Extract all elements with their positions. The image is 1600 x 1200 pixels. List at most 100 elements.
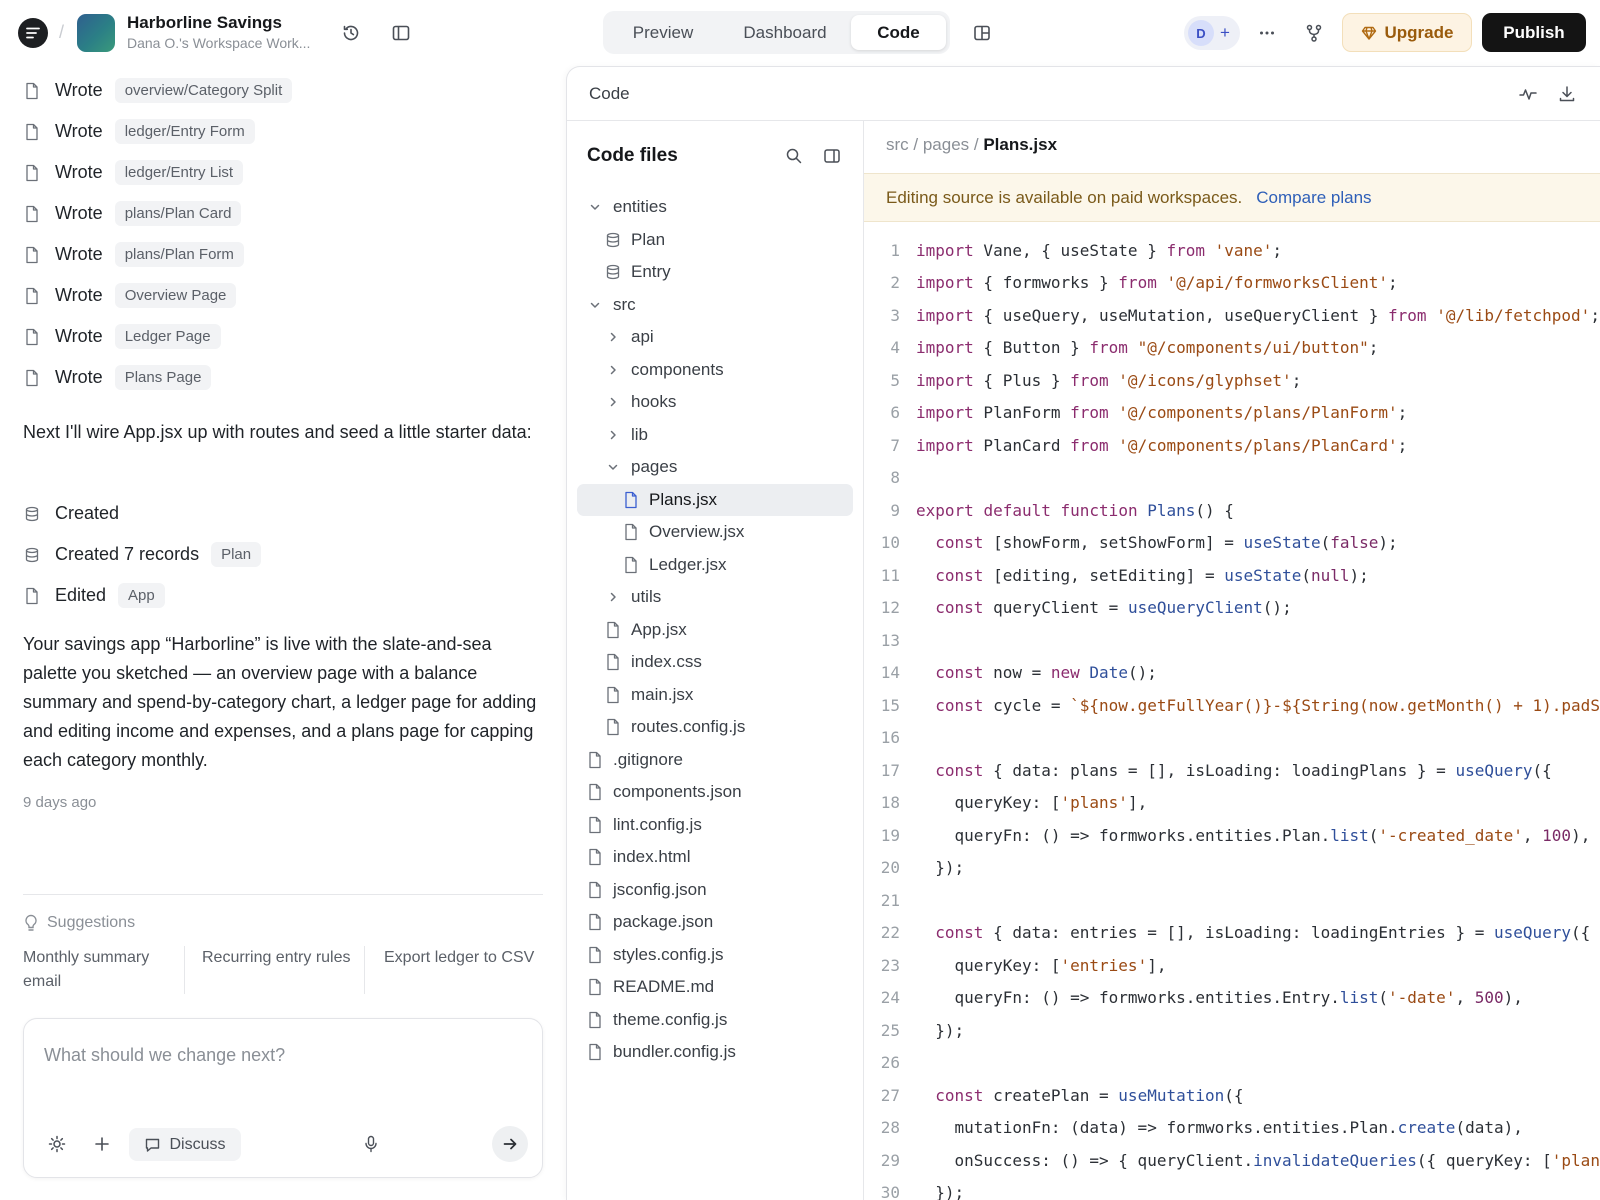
suggestion-chip[interactable]: Recurring entry rules	[185, 946, 365, 994]
tree-item-label: pages	[631, 457, 678, 477]
app-name[interactable]: Harborline Savings	[127, 13, 282, 33]
activity-item[interactable]: Wrote plans/Plan Form	[23, 234, 292, 275]
line-number: 6	[890, 403, 900, 423]
activity-item[interactable]: Created 7 records Plan	[23, 534, 262, 575]
tree-folder[interactable]: src	[577, 289, 853, 322]
tree-file[interactable]: App.jsx	[577, 614, 853, 647]
activity-item[interactable]: Wrote plans/Plan Card	[23, 193, 292, 234]
file-icon	[587, 783, 603, 801]
line-number: 28	[880, 1118, 900, 1138]
code-area[interactable]: 1 import Vane, { useState } from 'vane'; 2…	[864, 234, 1600, 1200]
compare-plans-link[interactable]: Compare plans	[1256, 188, 1371, 208]
tree-file[interactable]: styles.config.js	[577, 939, 853, 972]
more-options-button[interactable]	[1252, 18, 1282, 48]
tree-folder[interactable]: utils	[577, 581, 853, 614]
activity-item[interactable]: Wrote overview/Category Split	[23, 70, 293, 111]
activity-target-tag[interactable]: Overview Page	[114, 283, 237, 308]
activity-target-tag[interactable]: ledger/Entry List	[114, 160, 244, 185]
tree-file[interactable]: .gitignore	[577, 744, 853, 777]
avatar[interactable]: D	[1188, 20, 1214, 46]
main-menu-button[interactable]	[18, 18, 48, 48]
tree-file[interactable]: Entry	[577, 256, 853, 289]
activity-target-tag[interactable]: overview/Category Split	[114, 78, 293, 103]
tab-code[interactable]: Code	[851, 15, 946, 50]
tree-file[interactable]: components.json	[577, 776, 853, 809]
suggestion-chip[interactable]: Export ledger to CSV	[365, 946, 543, 994]
add-collaborator-icon[interactable]: +	[1220, 23, 1230, 43]
branch-button[interactable]	[1299, 18, 1329, 48]
attach-button[interactable]	[87, 1129, 117, 1159]
search-files-button[interactable]	[779, 141, 809, 171]
suggestion-chip[interactable]: Monthly summary email	[23, 946, 185, 994]
code-line: 30 });	[864, 1177, 1600, 1200]
tree-file[interactable]: Overview.jsx	[577, 516, 853, 549]
tree-folder[interactable]: lib	[577, 419, 853, 452]
settings-button[interactable]	[42, 1129, 72, 1159]
code-text: import Vane, { useState } from 'vane';	[916, 240, 1283, 260]
send-button[interactable]	[492, 1126, 528, 1162]
history-button[interactable]	[336, 18, 366, 48]
microphone-icon	[365, 1135, 377, 1153]
file-tree-title: Code files	[587, 145, 678, 166]
tree-folder[interactable]: api	[577, 321, 853, 354]
tree-folder[interactable]: entities	[577, 191, 853, 224]
activity-item[interactable]: Wrote ledger/Entry List	[23, 152, 292, 193]
activity-verb: Edited	[55, 585, 107, 605]
tree-file[interactable]: routes.config.js	[577, 711, 853, 744]
activity-target-tag[interactable]: plans/Plan Card	[114, 201, 242, 226]
tree-folder[interactable]: components	[577, 354, 853, 387]
voice-input-button[interactable]	[356, 1129, 386, 1159]
tab-preview[interactable]: Preview	[607, 15, 719, 50]
activity-target-tag[interactable]: App	[118, 583, 165, 608]
tree-file[interactable]: index.css	[577, 646, 853, 679]
code-line: 6 import PlanForm from '@/components/plan…	[864, 397, 1600, 430]
tree-file[interactable]: index.html	[577, 841, 853, 874]
line-number: 3	[890, 305, 900, 325]
toggle-sidebar-button[interactable]	[386, 18, 416, 48]
code-text: mutationFn: (data) => formworks.entities…	[916, 1118, 1523, 1138]
layout-toggle-button[interactable]	[967, 18, 997, 48]
tree-file[interactable]: Plans.jsx	[577, 483, 853, 516]
message-input[interactable]	[44, 1033, 514, 1077]
activity-verb: Created 7 records	[55, 544, 200, 564]
tree-file[interactable]: lint.config.js	[577, 809, 853, 842]
tree-file[interactable]: README.md	[577, 971, 853, 1004]
activity-item[interactable]: Edited App	[23, 575, 261, 616]
view-switcher: Preview Dashboard Code	[603, 11, 950, 54]
file-tree: Code files entities Plan Entry src api compon…	[567, 121, 864, 1200]
workspace-name[interactable]: Dana O.'s Workspace Work...	[127, 35, 327, 51]
activity-target-tag[interactable]: plans/Plan Form	[114, 242, 244, 267]
tab-dashboard[interactable]: Dashboard	[719, 15, 851, 50]
activity-item[interactable]: Created	[23, 493, 261, 534]
activity-item[interactable]: Wrote Overview Page	[23, 275, 292, 316]
activity-target-tag[interactable]: Plans Page	[114, 365, 212, 390]
database-icon	[605, 263, 621, 281]
tree-folder[interactable]: pages	[577, 451, 853, 484]
upgrade-button[interactable]: Upgrade	[1342, 13, 1472, 52]
activity-target-tag[interactable]: Plan	[211, 542, 262, 567]
tree-item-label: components.json	[613, 782, 742, 802]
tree-file[interactable]: bundler.config.js	[577, 1036, 853, 1069]
discuss-button[interactable]: Discuss	[129, 1128, 241, 1161]
file-icon	[623, 491, 639, 509]
activity-target-tag[interactable]: ledger/Entry Form	[114, 119, 255, 144]
download-button[interactable]	[1552, 79, 1582, 109]
activity-item[interactable]: Wrote Plans Page	[23, 357, 292, 398]
activity-button[interactable]	[1513, 79, 1543, 109]
tree-file[interactable]: package.json	[577, 906, 853, 939]
tree-file[interactable]: Plan	[577, 224, 853, 257]
activity-item[interactable]: Wrote Ledger Page	[23, 316, 292, 357]
app-logo[interactable]	[77, 14, 115, 52]
activity-item[interactable]: Wrote ledger/Entry Form	[23, 111, 292, 152]
tree-file[interactable]: main.jsx	[577, 679, 853, 712]
activity-target-tag[interactable]: Ledger Page	[114, 324, 221, 349]
collaborators[interactable]: D +	[1184, 16, 1240, 50]
pulse-icon	[1519, 89, 1537, 100]
collapse-file-tree-button[interactable]	[817, 141, 847, 171]
tree-folder[interactable]: hooks	[577, 386, 853, 419]
tree-file[interactable]: Ledger.jsx	[577, 549, 853, 582]
tree-file[interactable]: jsconfig.json	[577, 874, 853, 907]
publish-button[interactable]: Publish	[1482, 13, 1586, 52]
chevron-right-icon	[605, 361, 621, 379]
tree-file[interactable]: theme.config.js	[577, 1004, 853, 1037]
